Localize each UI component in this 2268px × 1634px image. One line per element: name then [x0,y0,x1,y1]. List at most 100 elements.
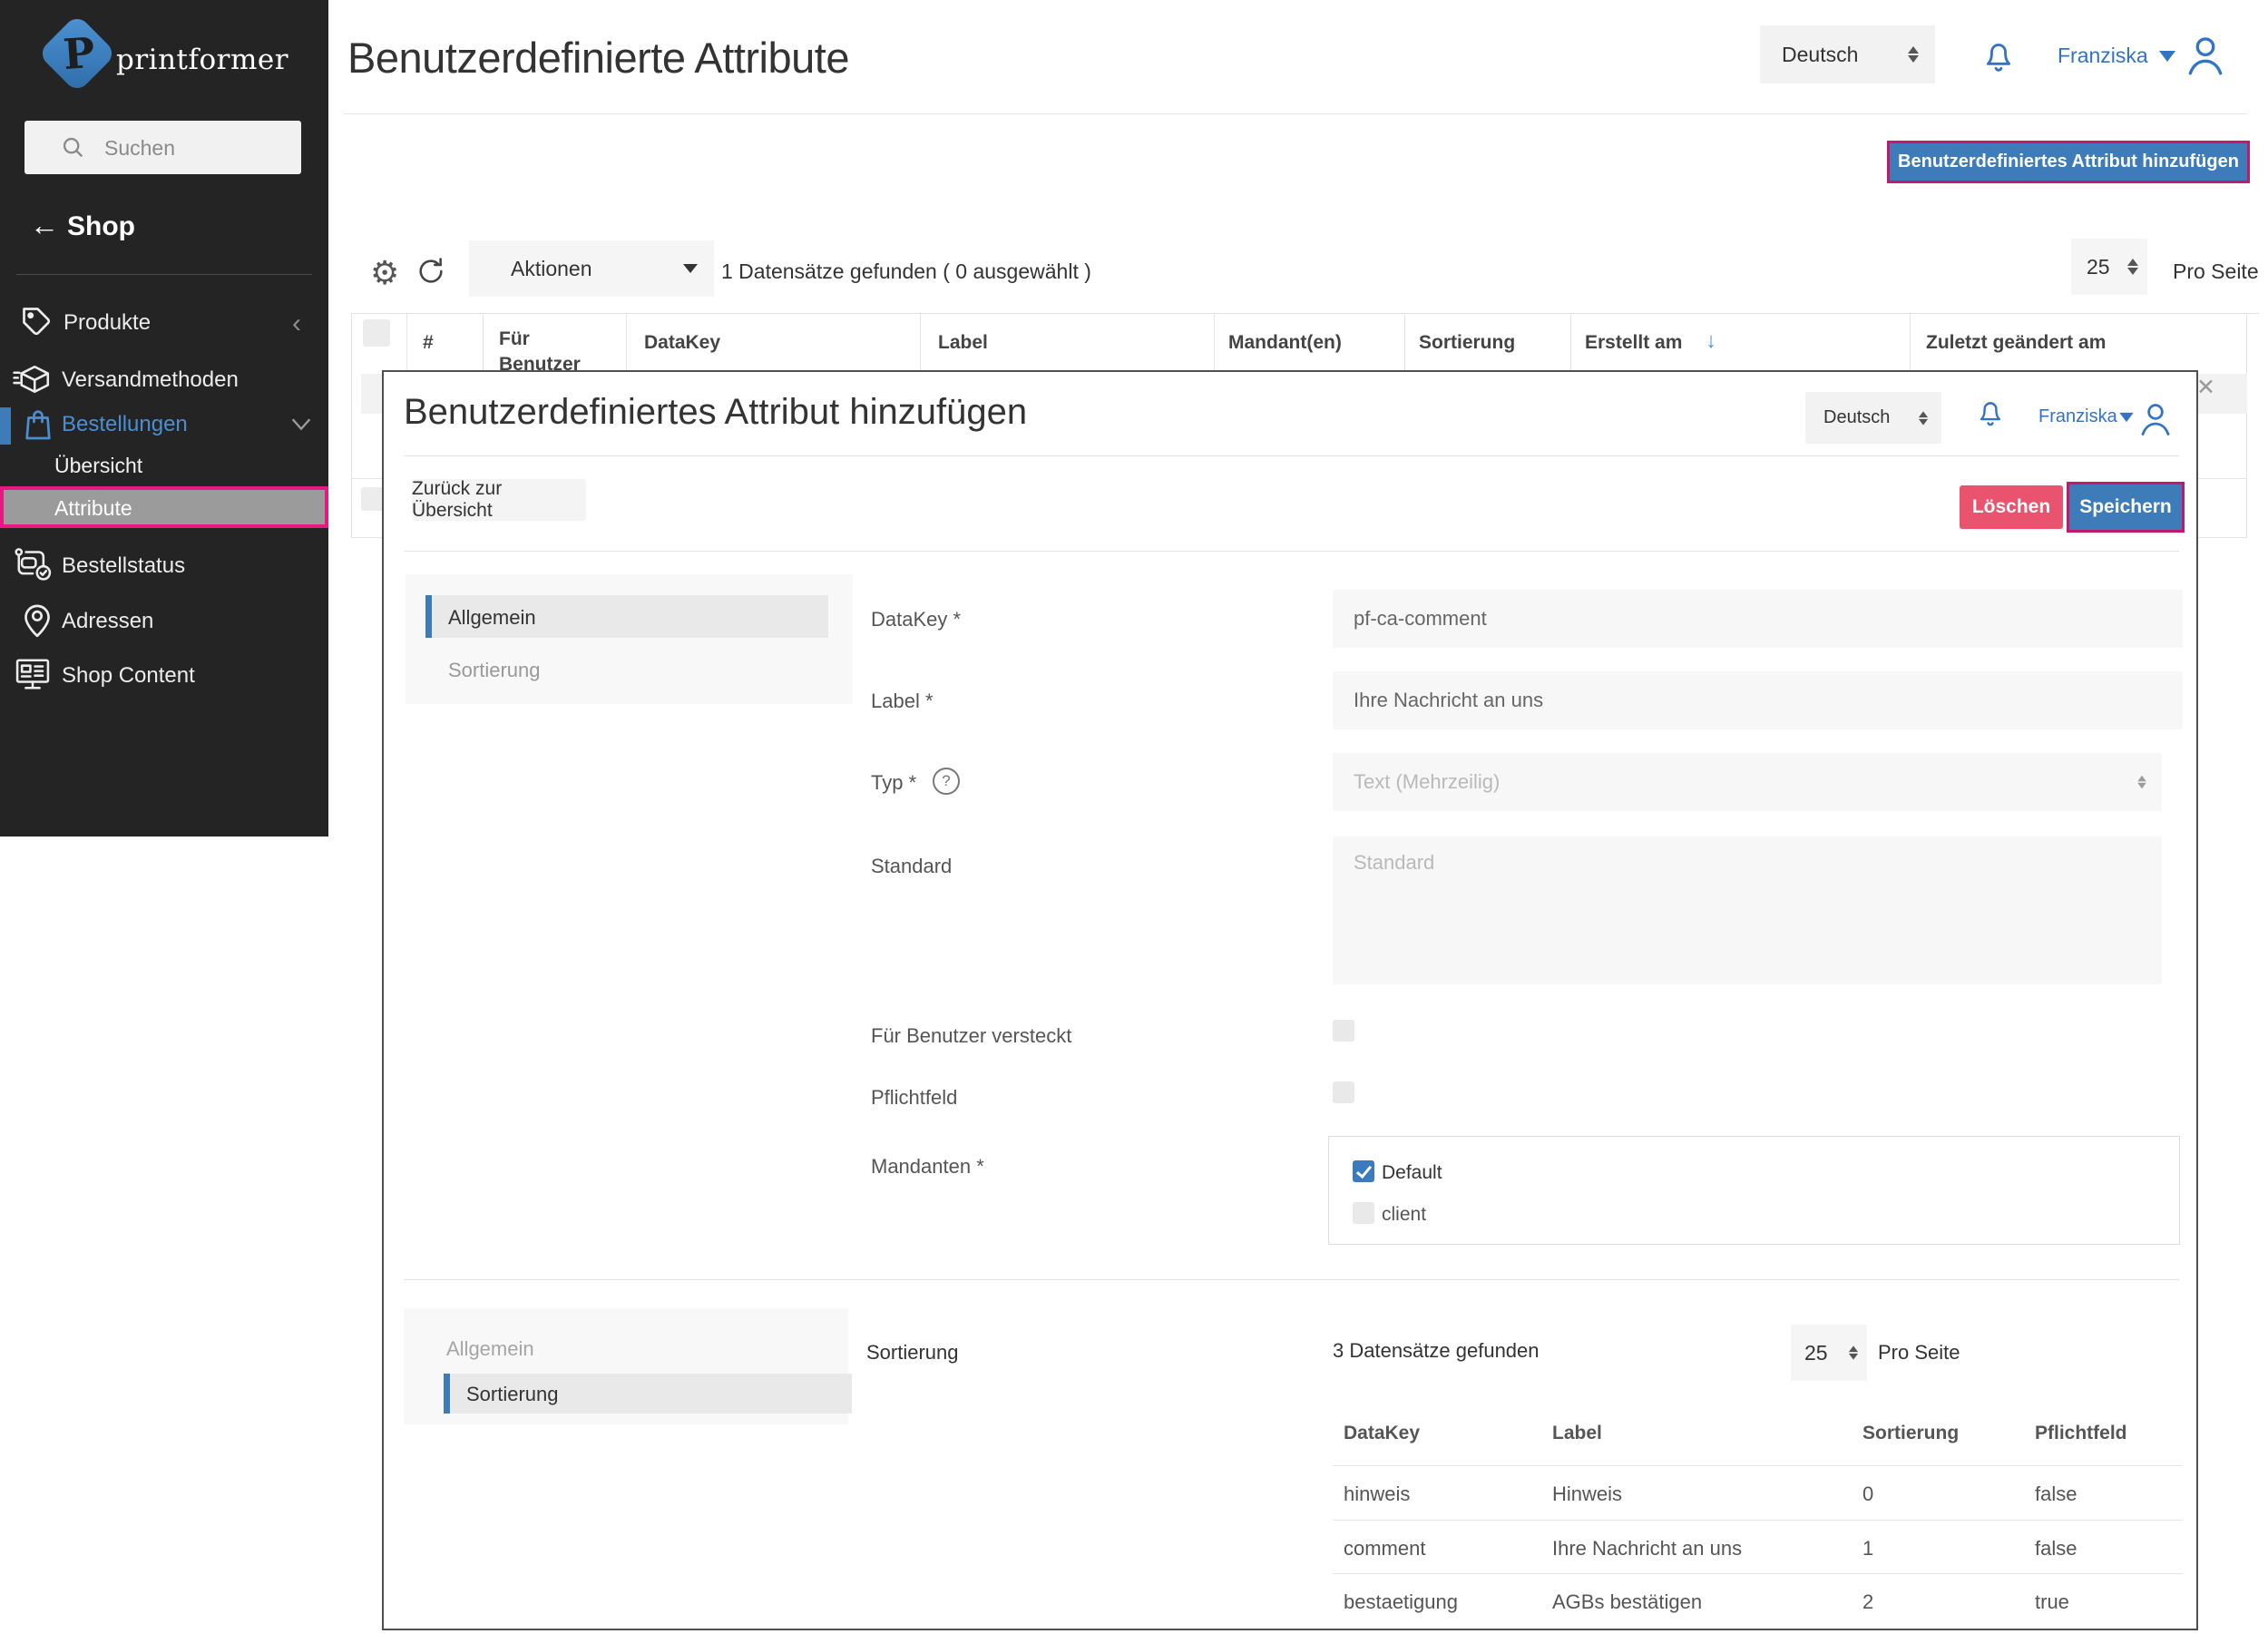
select-stepper-icon [1848,1345,1859,1360]
t2-header-sortierung[interactable]: Sortierung [1862,1423,1959,1444]
table-cell: Ihre Nachricht an uns [1552,1537,1743,1560]
table-top-border [351,313,2259,314]
sidebar-item-bestellstatus[interactable]: Bestellstatus [62,553,185,579]
help-question-icon[interactable]: ? [933,768,960,795]
column-header[interactable]: Zuletzt geändert am [1926,332,2106,354]
sidebar-section-title[interactable]: Shop [67,211,135,242]
language-select-value: Deutsch [1782,42,1859,66]
tab-allgemein-2[interactable]: Allgemein [446,1337,534,1361]
table-col-border [406,313,407,372]
notifications-bell-icon[interactable] [1980,34,2017,78]
actions-dropdown[interactable]: Aktionen [469,240,714,297]
search-icon [63,137,83,158]
table-col-border [626,313,627,372]
user-avatar-icon[interactable] [2183,31,2228,78]
sidebar-item-bestellungen[interactable]: Bestellungen [62,412,188,437]
column-header[interactable]: # [423,332,434,354]
user-menu-caret-icon[interactable] [2119,412,2134,423]
clear-filter-icon[interactable]: ✕ [2196,374,2215,401]
modal-title: Benutzerdefiniertes Attribut hinzufügen [404,392,1028,432]
table-cell: false [2035,1482,2077,1505]
sidebar-item-adressen[interactable]: Adressen [62,609,153,634]
printformer-logo-letter: P [61,27,97,80]
modal-divider [404,1279,2179,1280]
select-stepper-icon [1908,46,1919,63]
search-input[interactable] [103,121,288,176]
sidebar-item-versandmethoden[interactable]: Versandmethoden [62,367,239,393]
column-header[interactable]: Label [938,332,988,354]
column-header[interactable]: DataKey [644,332,720,354]
standard-textarea[interactable] [1333,837,2162,984]
delete-button[interactable]: Löschen [1960,485,2063,529]
refresh-icon[interactable] [415,256,446,287]
column-header-sorted[interactable]: Erstellt am [1585,332,1682,354]
order-status-icon [13,545,53,583]
column-header[interactable]: Sortierung [1419,332,1515,354]
table-col-border [1570,313,1571,372]
section-per-page-select[interactable]: 25 [1791,1325,1867,1381]
table-cell: Hinweis [1552,1482,1623,1505]
table-col-border [1404,313,1405,372]
section-sortierung-label: Sortierung [866,1341,959,1364]
mandant-client-checkbox[interactable] [1353,1202,1374,1224]
user-menu-caret-icon[interactable] [2159,51,2175,62]
language-select[interactable]: Deutsch [1760,25,1935,83]
tab-sortierung-2[interactable]: Sortierung [444,1374,852,1414]
t2-header-datakey[interactable]: DataKey [1344,1423,1420,1444]
user-name[interactable]: Franziska [2058,44,2148,68]
back-arrow-icon[interactable]: ← [30,209,59,242]
select-stepper-icon [2127,259,2138,275]
mandant-default-label: Default [1382,1162,1442,1183]
mandant-client-label: client [1382,1204,1427,1225]
chevron-left-icon[interactable]: ‹ [292,308,301,339]
sidebar-item-uebersicht[interactable]: Übersicht [54,454,142,478]
datakey-input[interactable] [1333,590,2183,648]
save-button[interactable]: Speichern [2067,482,2185,533]
monitor-content-icon [13,655,53,693]
back-to-overview-button[interactable]: Zurück zur Übersicht [412,478,586,521]
column-header[interactable]: Mandant(en) [1228,332,1342,354]
results-count: 1 Datensätze gefunden ( 0 ausgewählt ) [721,259,1091,283]
table-cell: 2 [1862,1590,1874,1613]
sidebar-divider [16,274,312,275]
table-row: comment [1344,1537,1426,1560]
table-row: bestaetigung [1344,1590,1458,1613]
t2-row-border [1333,1465,2183,1466]
chevron-down-icon[interactable] [288,416,314,434]
page: Benutzerdefinierte Attribute Deutsch Fra… [0,0,2268,1634]
tab-allgemein[interactable]: Allgemein [425,595,828,638]
sidebar-item-attribute[interactable]: Attribute [54,496,132,521]
table-col-border [920,313,921,372]
typ-select[interactable]: Text (Mehrzeilig) [1333,753,2162,811]
select-all-checkbox[interactable] [363,319,390,347]
hidden-for-users-checkbox[interactable] [1333,1020,1354,1042]
modal-language-select[interactable]: Deutsch [1805,392,1941,444]
tab-sortierung-2-label: Sortierung [466,1383,559,1405]
t2-row-border [1333,1520,2183,1521]
add-attribute-button[interactable]: Benutzerdefiniertes Attribut hinzufügen [1887,141,2250,183]
label-input[interactable] [1333,671,2183,729]
sidebar-item-attribute-highlight[interactable] [0,486,328,528]
notifications-bell-icon[interactable] [1975,394,2006,432]
tab-sortierung[interactable]: Sortierung [448,659,541,682]
brand-name[interactable]: printformer [116,44,288,76]
settings-gear-icon[interactable]: ⚙ [370,254,399,292]
t2-row-border [1333,1573,2183,1574]
mandant-default-checkbox[interactable] [1353,1160,1374,1182]
table-cell: AGBs bestätigen [1552,1590,1703,1613]
table-cell: 1 [1862,1537,1874,1560]
sidebar-item-produkte[interactable]: Produkte [64,310,151,336]
per-page-select[interactable]: 25 [2071,239,2147,295]
user-avatar-icon[interactable] [2136,397,2175,439]
t2-header-pflichtfeld[interactable]: Pflichtfeld [2035,1423,2127,1444]
sidebar-search[interactable] [24,121,301,176]
required-label: Pflichtfeld [871,1086,958,1109]
mandanten-label: Mandanten * [871,1155,984,1178]
typ-select-value: Text (Mehrzeilig) [1354,770,1501,793]
add-attribute-modal: Benutzerdefiniertes Attribut hinzufügen … [382,370,2198,1630]
modal-user-name[interactable]: Franziska [2038,406,2117,427]
sidebar-item-shop-content[interactable]: Shop Content [62,663,195,689]
sort-desc-icon[interactable]: ↓ [1706,328,1716,354]
required-checkbox[interactable] [1333,1081,1354,1103]
t2-header-label[interactable]: Label [1552,1423,1602,1444]
